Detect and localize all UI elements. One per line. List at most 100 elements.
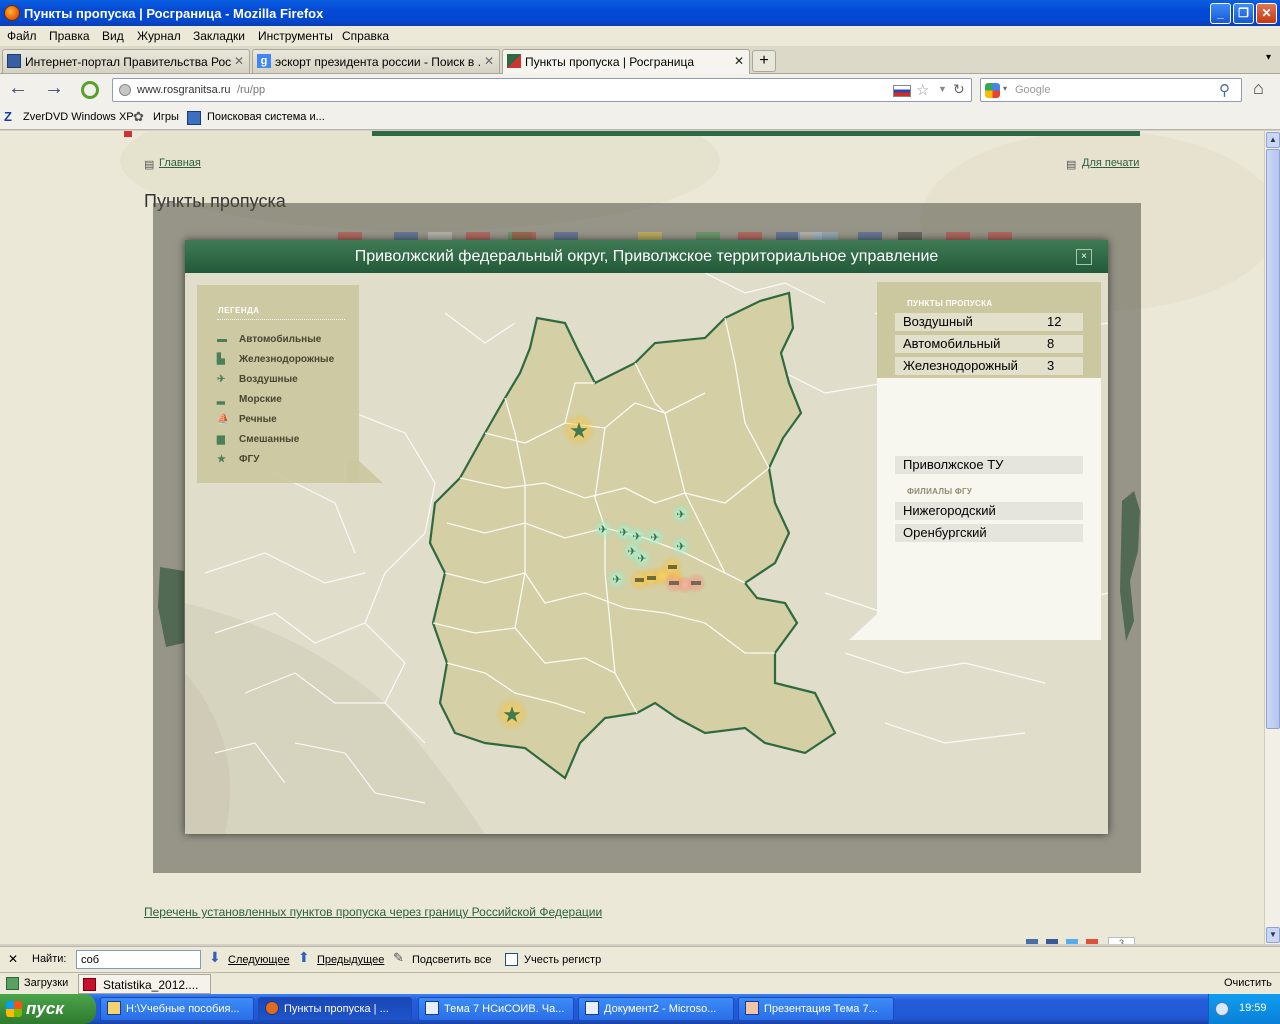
checkpoint-row-rail[interactable]: Железнодорожный 3	[895, 357, 1083, 375]
modal-close-button[interactable]: ×	[1076, 249, 1092, 265]
task-powerpoint[interactable]: Презентация Тема 7...	[738, 997, 894, 1021]
tab-government-portal[interactable]: Интернет-портал Правительства Росс... ✕	[2, 49, 250, 73]
task-word-topic[interactable]: Тема 7 НСиСОИВ. Ча...	[418, 997, 574, 1021]
highlight-all-button[interactable]: Подсветить все	[412, 954, 492, 966]
country-flag[interactable]	[738, 232, 762, 240]
checkpoint-row-air[interactable]: Воздушный 12	[895, 313, 1083, 331]
country-flag[interactable]	[988, 232, 1012, 240]
country-flag[interactable]	[696, 232, 720, 240]
start-button[interactable]: пуск	[0, 994, 96, 1024]
close-find-icon[interactable]: ✕	[8, 952, 18, 966]
air-checkpoint-marker[interactable]: ✈	[631, 547, 653, 569]
air-checkpoint-marker[interactable]: ✈	[644, 526, 666, 548]
google-engine-icon[interactable]	[985, 83, 1000, 98]
task-explorer[interactable]: H:\Учебные пособия...	[100, 997, 254, 1021]
close-tab-icon[interactable]: ✕	[734, 54, 744, 68]
car-icon: ▬	[217, 334, 227, 345]
url-dropdown-icon[interactable]: ▼	[938, 84, 947, 94]
new-tab-button[interactable]: +	[752, 50, 776, 72]
checkpoint-row-auto[interactable]: Автомобильный 8	[895, 335, 1083, 353]
menu-tools[interactable]: Инструменты	[258, 29, 333, 43]
country-flag[interactable]	[898, 232, 922, 240]
scroll-down-icon[interactable]: ▼	[1266, 927, 1280, 943]
clear-downloads-button[interactable]: Очистить	[1224, 977, 1272, 989]
bookmark-star-icon[interactable]: ☆	[916, 81, 929, 99]
find-next-button[interactable]: Следующее	[228, 954, 290, 966]
tab-list-chevron-icon[interactable]: ▾	[1266, 52, 1271, 63]
title-bar: Пункты пропуска | Росграница - Mozilla F…	[0, 0, 1280, 26]
download-item[interactable]: Statistika_2012....	[78, 974, 211, 994]
minimize-button[interactable]: _	[1210, 3, 1231, 24]
country-flag[interactable]	[466, 232, 490, 240]
train-icon: ▙	[217, 354, 225, 365]
find-prev-button[interactable]: Предыдущее	[317, 954, 384, 966]
tab-rosgranitsa[interactable]: Пункты пропуска | Росграница ✕	[502, 49, 750, 75]
refresh-icon[interactable]: ↻	[953, 81, 965, 98]
tray-icon[interactable]	[1215, 1002, 1229, 1016]
menu-bookmarks[interactable]: Закладки	[193, 29, 245, 43]
air-checkpoint-marker[interactable]: ✈	[670, 535, 692, 557]
task-firefox[interactable]: Пункты пропуска | ...	[258, 997, 412, 1021]
search-bar[interactable]: ▾ Google ⚲	[980, 78, 1242, 102]
country-flag[interactable]	[338, 232, 362, 240]
back-arrow-icon[interactable]: ←	[8, 77, 28, 100]
fgu-star-orenburg[interactable]: ★	[495, 697, 529, 731]
maximize-button[interactable]: ❐	[1233, 3, 1254, 24]
menu-file[interactable]: Файл	[7, 29, 37, 43]
air-checkpoint-marker[interactable]: ✈	[592, 518, 614, 540]
country-flag[interactable]	[946, 232, 970, 240]
reload-icon[interactable]	[81, 81, 99, 99]
branch-orenburg[interactable]: Оренбургский	[895, 524, 1083, 542]
air-checkpoint-marker[interactable]: ✈	[670, 503, 692, 525]
country-flag[interactable]	[428, 232, 452, 240]
fgu-star-nizhny[interactable]: ★	[562, 413, 596, 447]
search-engine-favicon-icon	[187, 111, 201, 125]
tu-link[interactable]: Приволжское ТУ	[895, 456, 1083, 474]
home-icon[interactable]: ⌂	[1253, 78, 1264, 99]
bookmarks-bar: Z ZverDVD Windows XP ✿ Игры Поисковая си…	[0, 106, 1280, 130]
close-tab-icon[interactable]: ✕	[484, 54, 494, 68]
task-word-doc[interactable]: Документ2 - Microso...	[578, 997, 734, 1021]
find-input[interactable]	[76, 950, 201, 969]
country-flag[interactable]	[776, 232, 800, 240]
share-vk-icon[interactable]	[1026, 939, 1038, 944]
branch-nizhny[interactable]: Нижегородский	[895, 502, 1083, 520]
close-tab-icon[interactable]: ✕	[234, 54, 244, 68]
forward-arrow-icon[interactable]: →	[44, 77, 64, 100]
country-flag[interactable]	[512, 232, 536, 240]
engine-dropdown-icon[interactable]: ▾	[1003, 84, 1007, 93]
search-magnifier-icon[interactable]: ⚲	[1219, 81, 1230, 99]
print-link[interactable]: Для печати	[1082, 157, 1139, 169]
share-twitter-icon[interactable]	[1066, 939, 1078, 944]
site-identity-icon[interactable]	[119, 84, 131, 96]
page-scrollbar[interactable]: ▲ ▼	[1264, 131, 1280, 944]
scroll-up-icon[interactable]: ▲	[1266, 132, 1280, 148]
checkpoints-list-link[interactable]: Перечень установленных пунктов пропуска …	[144, 905, 602, 919]
country-flag[interactable]	[814, 232, 838, 240]
country-flag[interactable]	[554, 232, 578, 240]
menu-help[interactable]: Справка	[342, 29, 389, 43]
country-flag[interactable]	[638, 232, 662, 240]
menu-view[interactable]: Вид	[102, 29, 124, 43]
air-checkpoint-marker[interactable]: ✈	[606, 568, 628, 590]
breadcrumb-home-link[interactable]: Главная	[159, 157, 201, 169]
country-flag[interactable]	[394, 232, 418, 240]
share-plus-icon[interactable]	[1086, 939, 1098, 944]
country-flag[interactable]	[858, 232, 882, 240]
tab-google-search[interactable]: g эскорт президента россии - Поиск в ...…	[252, 49, 500, 73]
plane-icon: ✈	[637, 552, 646, 565]
scroll-thumb[interactable]	[1266, 149, 1280, 729]
downloads-label[interactable]: Загрузки	[24, 977, 68, 989]
menu-edit[interactable]: Правка	[49, 29, 90, 43]
plane-icon: ✈	[676, 508, 685, 521]
bookmark-games[interactable]: Игры	[153, 111, 179, 123]
word-icon	[425, 1001, 439, 1015]
star-icon: ★	[217, 454, 226, 465]
bookmark-zverdvd[interactable]: ZverDVD Windows XP	[23, 111, 134, 123]
menu-history[interactable]: Журнал	[137, 29, 181, 43]
bookmark-search-system[interactable]: Поисковая система и...	[207, 111, 325, 123]
close-window-button[interactable]: ✕	[1256, 3, 1277, 24]
share-facebook-icon[interactable]	[1046, 939, 1058, 944]
url-bar[interactable]: www.rosgranitsa.ru /ru/pp ☆ ▼ ↻	[112, 78, 972, 102]
match-case-checkbox[interactable]	[505, 953, 518, 966]
